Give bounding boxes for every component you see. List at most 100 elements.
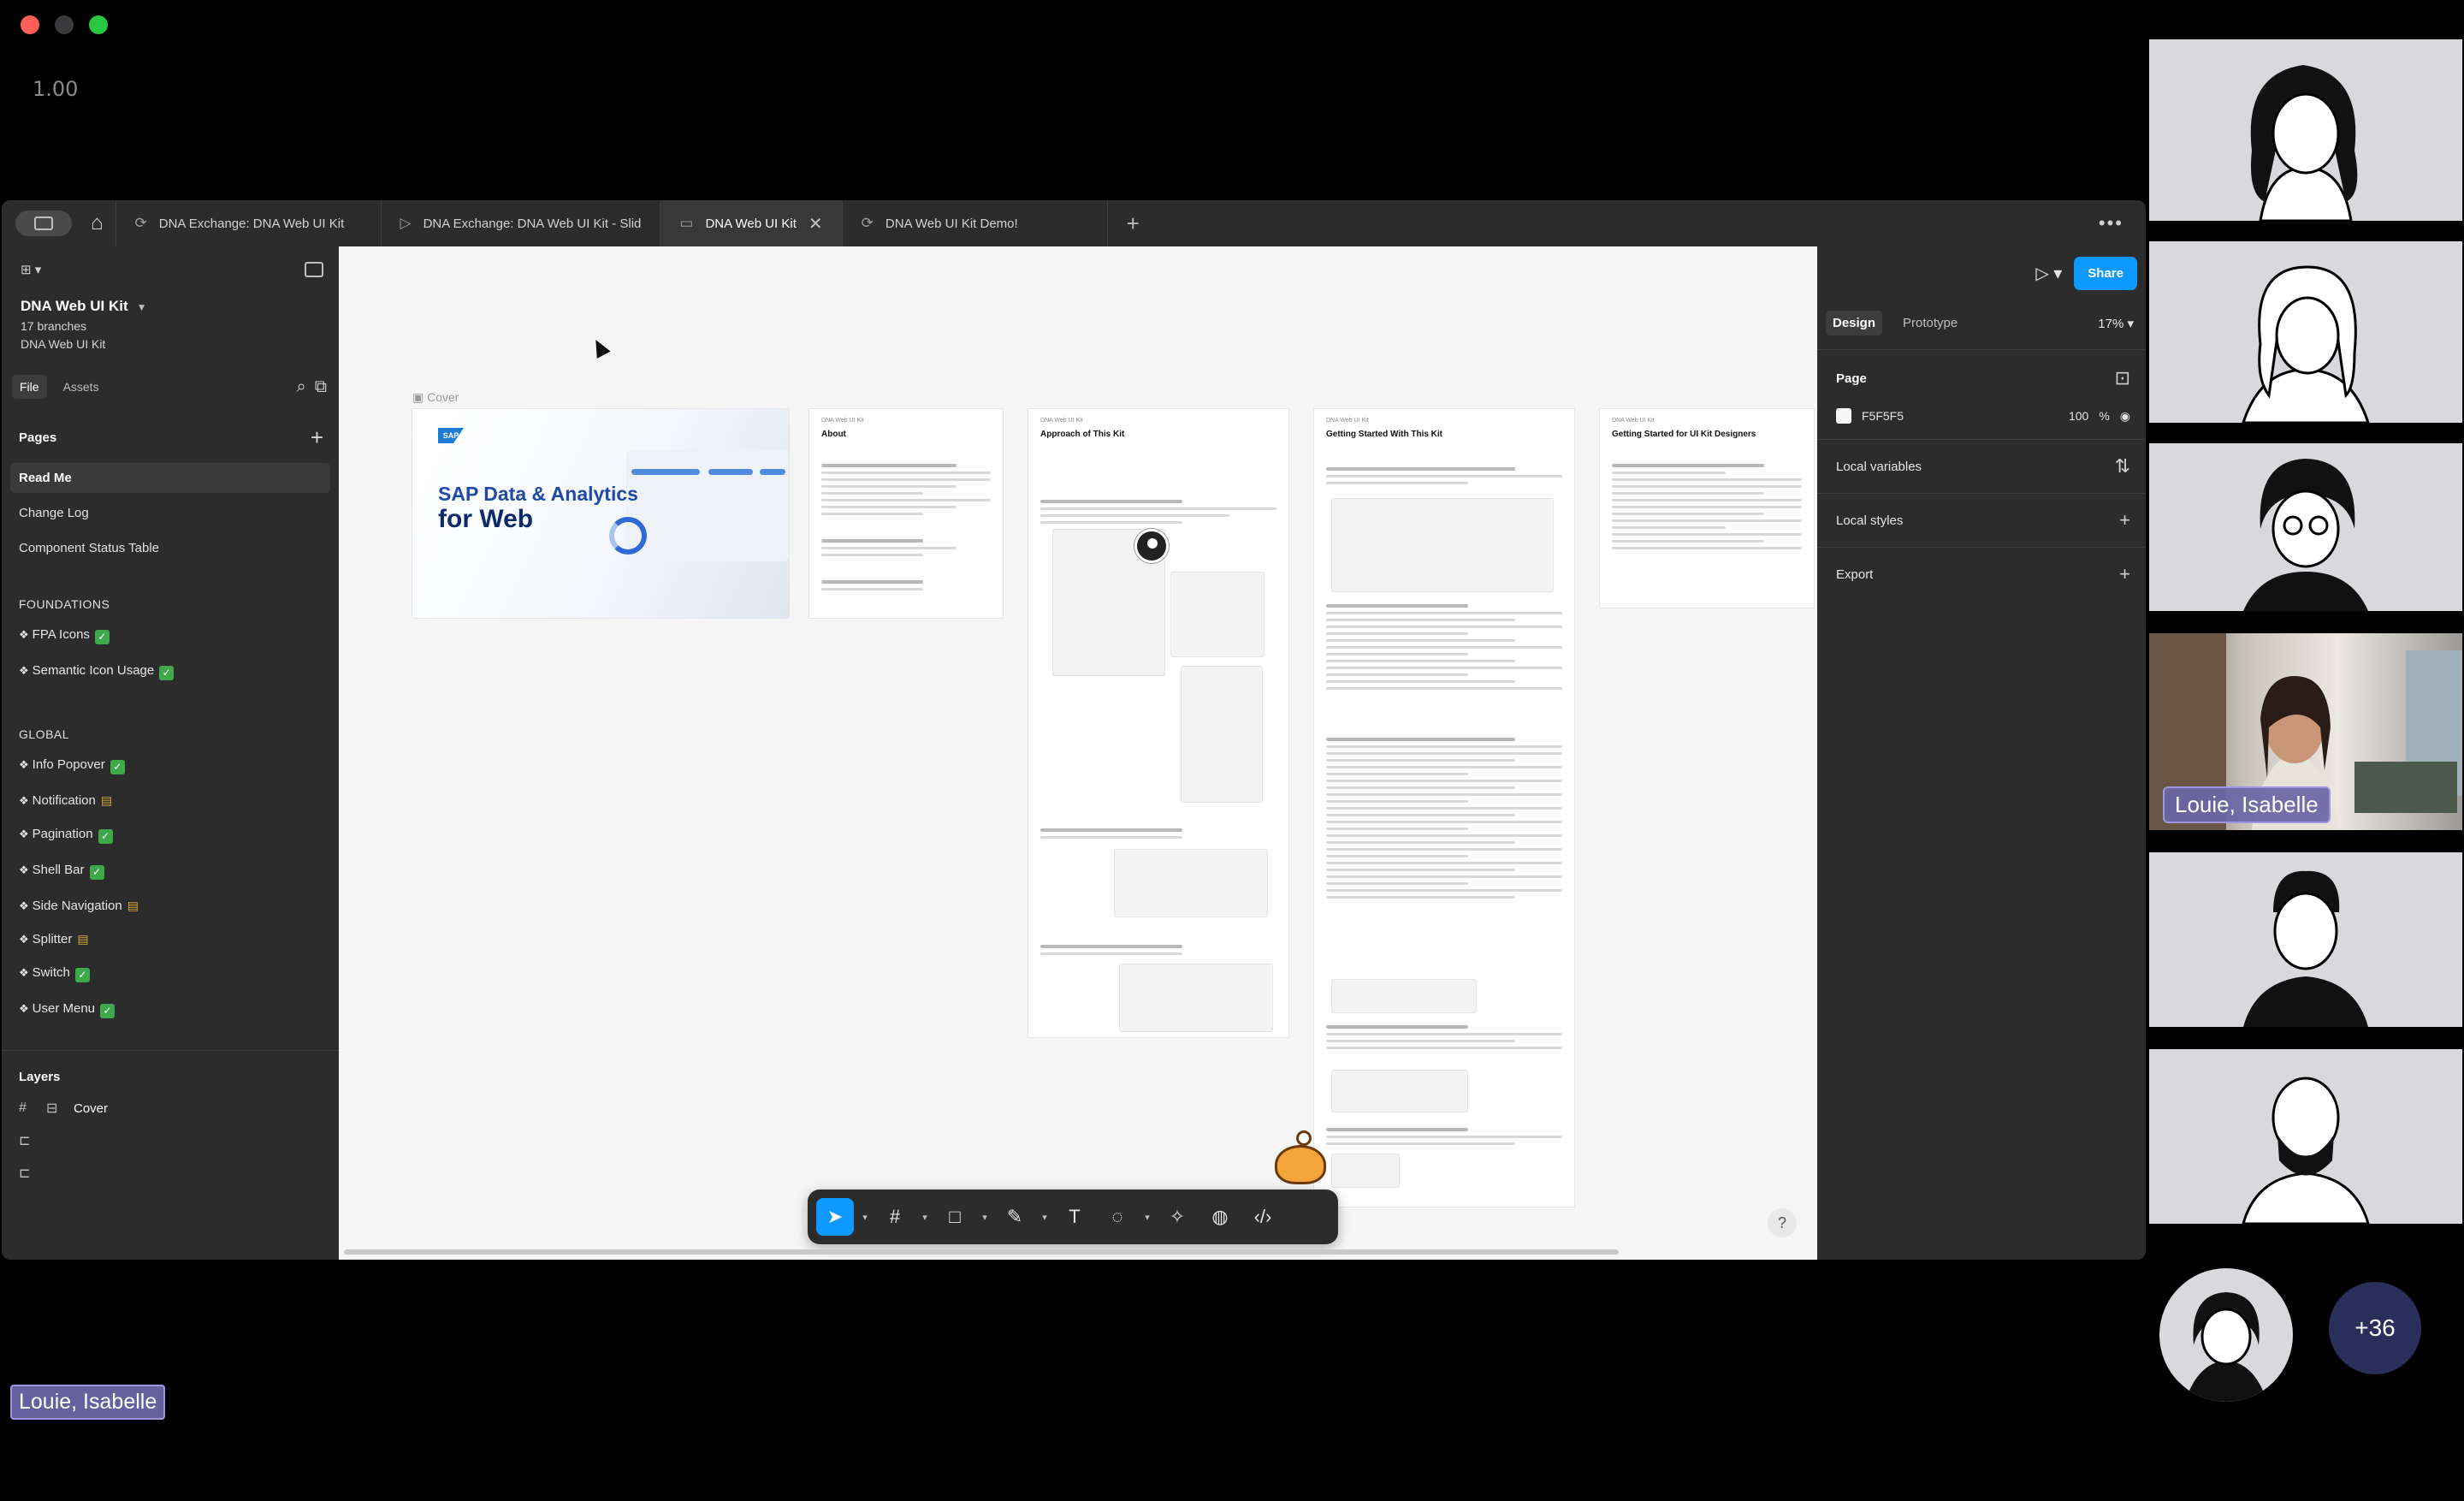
new-tab-button[interactable]: + [1106, 200, 1158, 246]
zoom-level-dropdown[interactable]: 17% ▾ [2098, 316, 2134, 331]
participant-video-tile[interactable]: Louie, Isabelle [2149, 633, 2462, 830]
self-view-avatar[interactable] [2159, 1268, 2293, 1402]
maximize-window-button[interactable] [89, 15, 108, 34]
export-row[interactable]: Export + [1817, 547, 2146, 601]
page-item-component-status-table[interactable]: Component Status Table [10, 533, 330, 563]
dev-mode-icon[interactable]: ‹/› [1244, 1198, 1282, 1236]
about-frame[interactable]: DNA Web UI Kit About [809, 409, 1003, 618]
page-color-hex[interactable]: F5F5F5 [1862, 409, 1904, 423]
present-play-icon[interactable]: ▷ ▾ [2035, 263, 2062, 284]
move-tool-icon[interactable]: ➤ [816, 1198, 854, 1236]
tab-design[interactable]: Design [1826, 311, 1883, 335]
minimize-window-button[interactable] [55, 15, 74, 34]
figma-file-icon: ⟳ [861, 215, 874, 231]
help-icon[interactable]: ? [1768, 1208, 1797, 1237]
search-icon[interactable]: ⌕ [297, 377, 306, 397]
branch-count[interactable]: 17 branches [2, 315, 339, 333]
local-variables-row[interactable]: Local variables ⇅ [1817, 439, 2146, 493]
add-style-icon[interactable]: + [2119, 509, 2130, 531]
page-item-user-menu[interactable]: ❖ User Menu ✓ [2, 992, 339, 1028]
page-item-change-log[interactable]: Change Log [10, 498, 330, 528]
component-diamond-icon: ❖ [19, 966, 29, 979]
comment-tool-icon[interactable]: ◌ [1099, 1198, 1136, 1236]
page-item-side-navigation[interactable]: ❖ Side Navigation ▤ [2, 889, 339, 923]
local-styles-row[interactable]: Local styles + [1817, 493, 2146, 547]
participant-tile[interactable] [2149, 39, 2462, 221]
main-menu-icon[interactable]: ⊞ ▾ [21, 262, 41, 277]
tab-assets[interactable]: Assets [56, 375, 107, 399]
tab-file[interactable]: File [12, 375, 47, 399]
participant-tile[interactable] [2149, 852, 2462, 1027]
design-canvas[interactable]: ▣ Cover SAP SAP Data & Analytics for Web… [339, 246, 1817, 1260]
construction-icon: ▤ [77, 932, 89, 946]
page-item-switch[interactable]: ❖ Switch ✓ [2, 956, 339, 992]
eye-icon[interactable]: ◉ [2120, 409, 2130, 424]
horizontal-scrollbar[interactable] [344, 1249, 1619, 1255]
tab-prototype[interactable]: Prototype [1896, 311, 1964, 335]
page-item-semantic-icon-usage[interactable]: ❖ Semantic Icon Usage ✓ [2, 654, 339, 690]
layer-cover[interactable]: # ⊟ Cover [2, 1084, 339, 1117]
participant-tile[interactable] [2149, 443, 2462, 611]
page-item-shell-bar[interactable]: ❖ Shell Bar ✓ [2, 853, 339, 889]
cover-illustration [626, 450, 789, 561]
tab-dna-web-ui-kit[interactable]: ▭ DNA Web UI Kit ✕ [660, 200, 842, 246]
approach-frame[interactable]: DNA Web UI Kit Approach of This Kit [1028, 409, 1288, 1037]
check-icon: ✓ [89, 865, 104, 880]
more-options-icon[interactable]: ••• [2076, 200, 2146, 246]
frame-label[interactable]: ▣ Cover [412, 390, 459, 405]
chevron-down-icon[interactable]: ▾ [979, 1212, 991, 1223]
home-icon[interactable]: ⌂ [91, 211, 104, 235]
page-item-splitter[interactable]: ❖ Splitter ▤ [2, 923, 339, 956]
layer-icon: ⊏ [19, 1134, 31, 1148]
chevron-down-icon[interactable]: ▼ [137, 301, 147, 313]
library-icon[interactable]: ⧉ [315, 377, 327, 397]
page-color-row[interactable]: F5F5F5 100 % ◉ [1817, 389, 2146, 439]
layer-row[interactable]: ⊏ [2, 1117, 339, 1149]
close-tab-icon[interactable]: ✕ [808, 213, 823, 234]
page-item-info-popover[interactable]: ❖ Info Popover ✓ [2, 748, 339, 784]
tab-dna-exchange[interactable]: ⟳ DNA Exchange: DNA Web UI Kit [115, 200, 381, 246]
layer-row[interactable]: ⊏ [2, 1149, 339, 1182]
page-item-fpa-icons[interactable]: ❖ FPA Icons ✓ [2, 618, 339, 654]
page-color-swatch[interactable] [1836, 408, 1851, 424]
share-button[interactable]: Share [2074, 257, 2137, 290]
pen-tool-icon[interactable]: ✎ [996, 1198, 1034, 1236]
getting-started-frame[interactable]: DNA Web UI Kit Getting Started With This… [1314, 409, 1574, 1207]
tab-dna-web-ui-kit-demo[interactable]: ⟳ DNA Web UI Kit Demo! [841, 200, 1107, 246]
tab-dna-exchange-slides[interactable]: ▷ DNA Exchange: DNA Web UI Kit - Slid [380, 200, 660, 246]
cover-frame[interactable]: SAP SAP Data & Analytics for Web [412, 409, 789, 618]
frame-tool-icon[interactable]: # [876, 1198, 914, 1236]
page-item-pagination[interactable]: ❖ Pagination ✓ [2, 817, 339, 853]
participant-tile[interactable] [2149, 1049, 2462, 1224]
group-foundations[interactable]: FOUNDATIONS [2, 568, 339, 618]
page-item-read-me[interactable]: Read Me [10, 463, 330, 493]
group-global[interactable]: GLOBAL [2, 690, 339, 748]
more-participants-button[interactable]: +36 [2329, 1282, 2421, 1374]
avatar-illustration [2250, 65, 2358, 221]
chevron-down-icon[interactable]: ▾ [1141, 1212, 1153, 1223]
designers-frame[interactable]: DNA Web UI Kit Getting Started for UI Ki… [1600, 409, 1814, 608]
rectangle-tool-icon[interactable]: □ [936, 1198, 974, 1236]
file-title[interactable]: DNA Web UI Kit ▼ [2, 277, 339, 315]
participant-tile[interactable] [2149, 241, 2462, 423]
chevron-down-icon[interactable]: ▾ [919, 1212, 931, 1223]
chevron-down-icon[interactable]: ▾ [859, 1212, 871, 1223]
participant-name: Louie, Isabelle [2163, 786, 2331, 823]
actions-sparkle-icon[interactable]: ✧ [1158, 1198, 1196, 1236]
add-page-icon[interactable]: + [311, 424, 323, 451]
panel-toggle-icon[interactable] [305, 262, 323, 277]
page-opacity[interactable]: 100 [2069, 409, 2088, 423]
variables-icon[interactable]: ⇅ [2115, 455, 2130, 478]
widget-tool-icon[interactable]: ◍ [1201, 1198, 1239, 1236]
page-heading: Page [1836, 371, 1867, 386]
chevron-down-icon[interactable]: ▾ [1039, 1212, 1051, 1223]
toggle-sidebar-button[interactable] [15, 211, 72, 236]
text-tool-icon[interactable]: T [1056, 1198, 1093, 1236]
add-export-icon[interactable]: + [2119, 563, 2130, 585]
close-window-button[interactable] [21, 15, 39, 34]
tab-label: DNA Exchange: DNA Web UI Kit [158, 216, 345, 231]
page-item-notification[interactable]: ❖ Notification ▤ [2, 784, 339, 817]
page-settings-icon[interactable]: ⊡ [2115, 367, 2130, 389]
collaborator-avatar[interactable] [1134, 529, 1169, 563]
mouse-cursor-icon [589, 335, 611, 359]
